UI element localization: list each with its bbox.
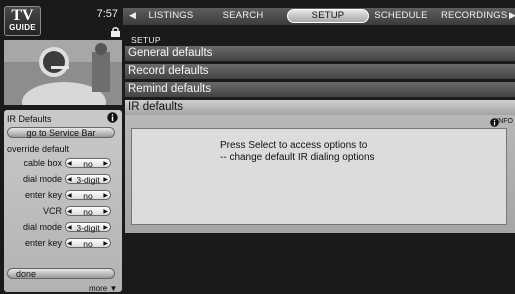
tab-recordings[interactable]: RECORDINGS xyxy=(441,10,507,22)
left-arrow-icon: ◀ xyxy=(67,193,72,199)
cable-enter-key-selector[interactable]: ◀ no ▶ xyxy=(65,190,111,201)
panel-title: IR Defaults xyxy=(7,114,52,124)
logo-line2: GUIDE xyxy=(9,23,36,32)
cable-enter-key-value: no xyxy=(83,191,93,201)
chevron-down-icon: ▼ xyxy=(109,284,118,293)
logo-line1: TV xyxy=(11,7,34,24)
right-arrow-icon: ▶ xyxy=(103,161,108,167)
vcr-dial-mode-label: dial mode xyxy=(22,222,62,232)
message-line-1: Press Select to access options to xyxy=(220,140,368,151)
go-to-service-bar-button[interactable]: go to Service Bar xyxy=(7,127,115,138)
override-default-label: override default xyxy=(7,144,70,154)
menu-record-defaults[interactable]: Record defaults xyxy=(125,64,515,79)
tab-schedule[interactable]: SCHEDULE xyxy=(369,10,433,22)
left-arrow-icon: ◀ xyxy=(67,225,72,231)
nav-right-arrow-icon[interactable]: ▶ xyxy=(509,10,515,21)
section-title: SETUP xyxy=(131,35,161,45)
more-label: more xyxy=(89,284,108,293)
ir-defaults-panel: IR Defaults go to Service Bar override d… xyxy=(4,110,122,292)
message-line-2: -- change default IR dialing options xyxy=(220,152,375,163)
done-button[interactable]: done xyxy=(7,268,115,279)
right-arrow-icon: ▶ xyxy=(103,193,108,199)
menu-ir-defaults[interactable]: IR defaults xyxy=(125,100,515,115)
vcr-dial-mode-value: 3-digit xyxy=(76,223,100,233)
left-arrow-icon: ◀ xyxy=(67,209,72,215)
tab-search[interactable]: SEARCH xyxy=(213,10,273,22)
message-box: Press Select to access options to -- cha… xyxy=(131,128,507,225)
football-player-image xyxy=(4,40,122,105)
menu-general-defaults[interactable]: General defaults xyxy=(125,46,515,61)
more-link[interactable]: more ▼ xyxy=(89,284,117,293)
ir-defaults-content: INFO Press Select to access options to -… xyxy=(125,115,515,233)
cable-dial-mode-label: dial mode xyxy=(22,174,62,184)
cable-dial-mode-value: 3-digit xyxy=(76,175,100,185)
clock-time: 7:57 xyxy=(96,8,118,20)
vcr-enter-key-selector[interactable]: ◀ no ▶ xyxy=(65,238,111,249)
vcr-label: VCR xyxy=(42,206,62,216)
info-label: INFO xyxy=(496,118,513,125)
vcr-value: no xyxy=(83,207,93,217)
vcr-enter-key-label: enter key xyxy=(24,238,62,248)
lock-icon xyxy=(111,27,120,37)
cable-box-label: cable box xyxy=(23,158,62,168)
cable-enter-key-label: enter key xyxy=(24,190,62,200)
right-arrow-icon: ▶ xyxy=(103,241,108,247)
live-tv-preview xyxy=(4,40,122,105)
cable-dial-mode-selector[interactable]: ◀ 3-digit ▶ xyxy=(65,174,111,185)
tv-guide-logo: TV GUIDE xyxy=(4,6,41,36)
left-arrow-icon: ◀ xyxy=(67,161,72,167)
tab-setup[interactable]: SETUP xyxy=(287,9,369,23)
nav-left-arrow-icon[interactable]: ◀ xyxy=(129,10,136,21)
left-arrow-icon: ◀ xyxy=(67,177,72,183)
vcr-enter-key-value: no xyxy=(83,239,93,249)
left-arrow-icon: ◀ xyxy=(67,241,72,247)
cable-box-value: no xyxy=(83,159,93,169)
info-icon xyxy=(107,112,118,123)
top-navigation: ◀ LISTINGS SEARCH SETUP SCHEDULE RECORDI… xyxy=(123,8,515,25)
tab-listings[interactable]: LISTINGS xyxy=(141,10,201,22)
right-arrow-icon: ▶ xyxy=(103,225,108,231)
vcr-dial-mode-selector[interactable]: ◀ 3-digit ▶ xyxy=(65,222,111,233)
vcr-selector[interactable]: ◀ no ▶ xyxy=(65,206,111,217)
cable-box-selector[interactable]: ◀ no ▶ xyxy=(65,158,111,169)
menu-remind-defaults[interactable]: Remind defaults xyxy=(125,82,515,97)
right-arrow-icon: ▶ xyxy=(103,177,108,183)
right-arrow-icon: ▶ xyxy=(103,209,108,215)
